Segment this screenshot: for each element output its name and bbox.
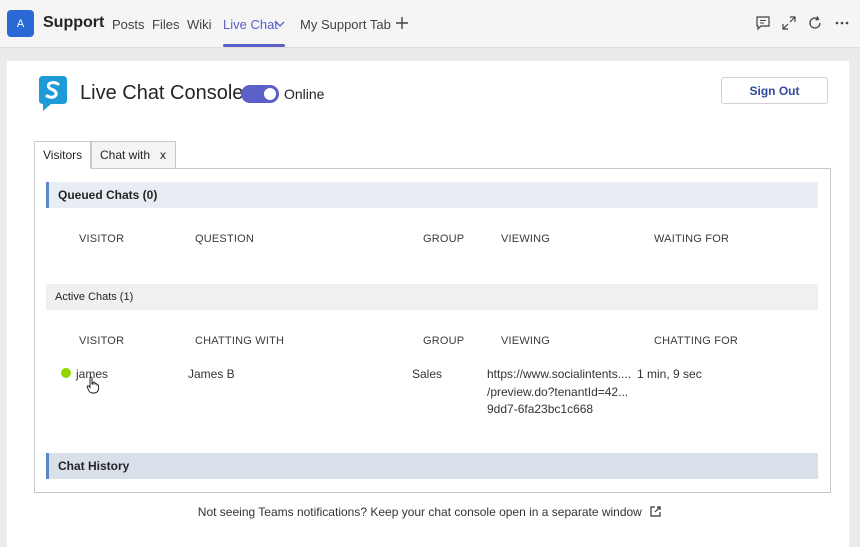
tab-visitors[interactable]: Visitors — [34, 141, 91, 169]
active-col-visitor: VISITOR — [79, 335, 125, 347]
queued-col-visitor: VISITOR — [79, 233, 125, 245]
social-intents-logo-icon — [39, 76, 67, 111]
footer-note: Not seeing Teams notifications? Keep you… — [0, 505, 860, 519]
footer-note-text: Not seeing Teams notifications? Keep you… — [197, 505, 642, 519]
active-col-chatting-for: CHATTING FOR — [654, 335, 739, 347]
chat-history-header[interactable]: Chat History — [46, 453, 818, 479]
queued-chats-header[interactable]: Queued Chats (0) — [46, 182, 818, 208]
tab-chat-with[interactable]: Chat with x — [91, 141, 176, 169]
visitor-online-dot — [61, 368, 71, 378]
more-options-icon[interactable] — [834, 15, 850, 31]
conversation-icon[interactable] — [755, 15, 771, 31]
console-title: Live Chat Console — [80, 82, 244, 104]
viewing-url-line-2[interactable]: /preview.do?tenantId=42... — [487, 385, 628, 399]
active-tab-indicator — [223, 44, 285, 47]
tab-live-chat[interactable]: Live Chat — [223, 17, 278, 32]
active-col-chatting-with: CHATTING WITH — [195, 335, 285, 347]
tab-my-support[interactable]: My Support Tab — [300, 17, 391, 32]
app-title: Support — [43, 14, 105, 31]
sign-out-button[interactable]: Sign Out — [721, 77, 828, 104]
queued-col-question: QUESTION — [195, 233, 255, 245]
expand-icon[interactable] — [781, 15, 797, 31]
teams-header: A Support Posts Files Wiki Live Chat My … — [0, 0, 860, 48]
queued-col-group: GROUP — [423, 233, 465, 245]
tab-files[interactable]: Files — [152, 17, 179, 32]
viewing-url-line-3[interactable]: 9dd7-6fa23bc1c668 — [487, 402, 593, 416]
active-chats-header[interactable]: Active Chats (1) — [46, 284, 818, 310]
online-toggle[interactable] — [241, 85, 279, 103]
add-tab-icon[interactable] — [395, 16, 409, 30]
active-col-viewing: VIEWING — [501, 335, 551, 347]
close-tab-button[interactable]: x — [160, 148, 166, 162]
active-col-group: GROUP — [423, 335, 465, 347]
chevron-down-icon[interactable] — [274, 18, 286, 30]
toggle-knob — [264, 88, 276, 100]
tab-visitors-label: Visitors — [43, 148, 83, 162]
group-cell: Sales — [412, 367, 443, 381]
tab-chat-with-label: Chat with — [100, 148, 151, 162]
visitors-content — [34, 168, 831, 493]
chatting-with-cell: James B — [188, 367, 235, 381]
external-link-icon[interactable] — [649, 505, 662, 518]
online-status-label: Online — [284, 86, 325, 102]
app-avatar[interactable]: A — [7, 10, 34, 37]
queued-col-waiting-for: WAITING FOR — [654, 233, 730, 245]
viewing-url-line-1[interactable]: https://www.socialintents.... — [487, 367, 631, 381]
tab-posts[interactable]: Posts — [112, 17, 145, 32]
tab-wiki[interactable]: Wiki — [187, 17, 212, 32]
chatting-for-cell: 1 min, 9 sec — [637, 367, 702, 381]
refresh-icon[interactable] — [807, 15, 823, 31]
hand-cursor-icon — [86, 376, 100, 394]
queued-col-viewing: VIEWING — [501, 233, 551, 245]
